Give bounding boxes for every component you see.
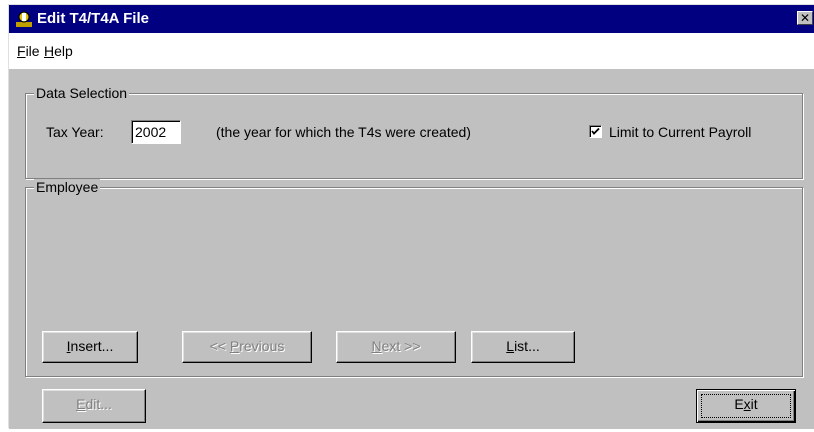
- limit-current-payroll-checkbox[interactable]: [589, 125, 602, 138]
- checkmark-icon: [591, 127, 600, 135]
- insert-button[interactable]: Insert...: [42, 331, 138, 363]
- menu-file[interactable]: File: [17, 43, 40, 59]
- edit-t4-window: Edit T4/T4A File ✕ File Help Data Select…: [8, 4, 814, 429]
- edit-button[interactable]: Edit...: [42, 389, 146, 423]
- menu-bar: File Help: [9, 33, 814, 69]
- data-selection-group: Data Selection Tax Year: 2002 (the year …: [25, 85, 803, 179]
- tax-year-hint: (the year for which the T4s were created…: [216, 124, 471, 140]
- window-title: Edit T4/T4A File: [37, 10, 149, 27]
- next-button[interactable]: Next >>: [336, 331, 456, 363]
- employee-legend: Employee: [34, 179, 101, 195]
- exit-button[interactable]: Exit: [696, 389, 796, 423]
- limit-current-payroll-label[interactable]: Limit to Current Payroll: [609, 124, 751, 140]
- tax-year-label: Tax Year:: [46, 124, 104, 140]
- menu-help[interactable]: Help: [44, 43, 73, 59]
- dialog-body: Data Selection Tax Year: 2002 (the year …: [9, 69, 814, 429]
- list-button[interactable]: List...: [471, 331, 575, 363]
- previous-button[interactable]: << Previous: [182, 331, 312, 363]
- title-bar: Edit T4/T4A File ✕: [9, 5, 814, 33]
- data-selection-legend: Data Selection: [34, 85, 130, 101]
- tax-year-input[interactable]: 2002: [131, 120, 181, 144]
- payroll-app-icon: [15, 10, 33, 28]
- close-icon[interactable]: ✕: [797, 11, 813, 25]
